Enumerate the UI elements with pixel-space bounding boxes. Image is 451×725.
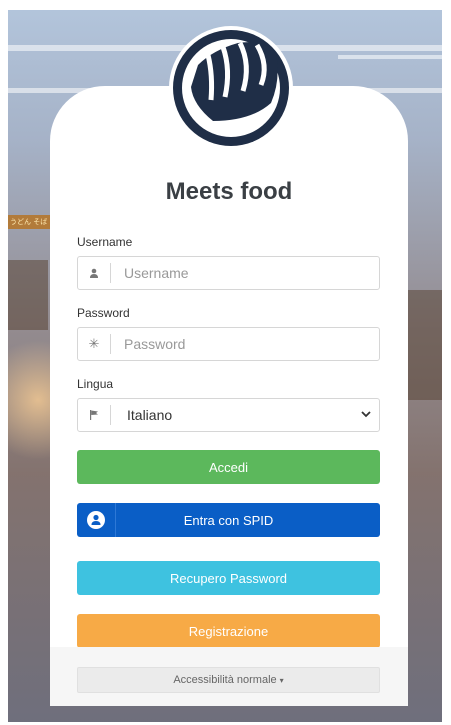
asterisk-icon: ✳ bbox=[78, 334, 111, 354]
caret-down-icon: ▾ bbox=[279, 675, 284, 685]
password-field[interactable]: ✳ Password bbox=[77, 327, 380, 361]
spid-button-label: Entra con SPID bbox=[183, 512, 274, 528]
login-button[interactable]: Accedi bbox=[77, 450, 380, 484]
recover-password-button[interactable]: Recupero Password bbox=[77, 561, 380, 595]
password-label: Password bbox=[77, 306, 130, 320]
user-icon bbox=[78, 263, 111, 283]
password-input[interactable]: Password bbox=[111, 336, 185, 352]
username-input[interactable]: Username bbox=[111, 265, 189, 281]
page-title: Meets food bbox=[165, 178, 293, 205]
accessibility-dropdown[interactable]: Accessibilità normale ▾ bbox=[77, 667, 380, 693]
language-selected: Italiano bbox=[127, 407, 173, 423]
register-button[interactable]: Registrazione bbox=[77, 614, 380, 648]
language-select[interactable]: Italiano bbox=[77, 398, 380, 432]
username-field[interactable]: Username bbox=[77, 256, 380, 290]
spid-button[interactable]: Entra con SPID bbox=[77, 503, 380, 537]
background-sign: うどん そば bbox=[8, 215, 56, 229]
app-logo bbox=[169, 26, 293, 150]
language-label: Lingua bbox=[77, 377, 114, 391]
spid-user-icon bbox=[77, 503, 116, 537]
flag-icon bbox=[78, 405, 111, 425]
chevron-down-icon bbox=[361, 409, 379, 421]
accessibility-label: Accessibilità normale bbox=[173, 674, 277, 686]
username-label: Username bbox=[77, 235, 133, 249]
